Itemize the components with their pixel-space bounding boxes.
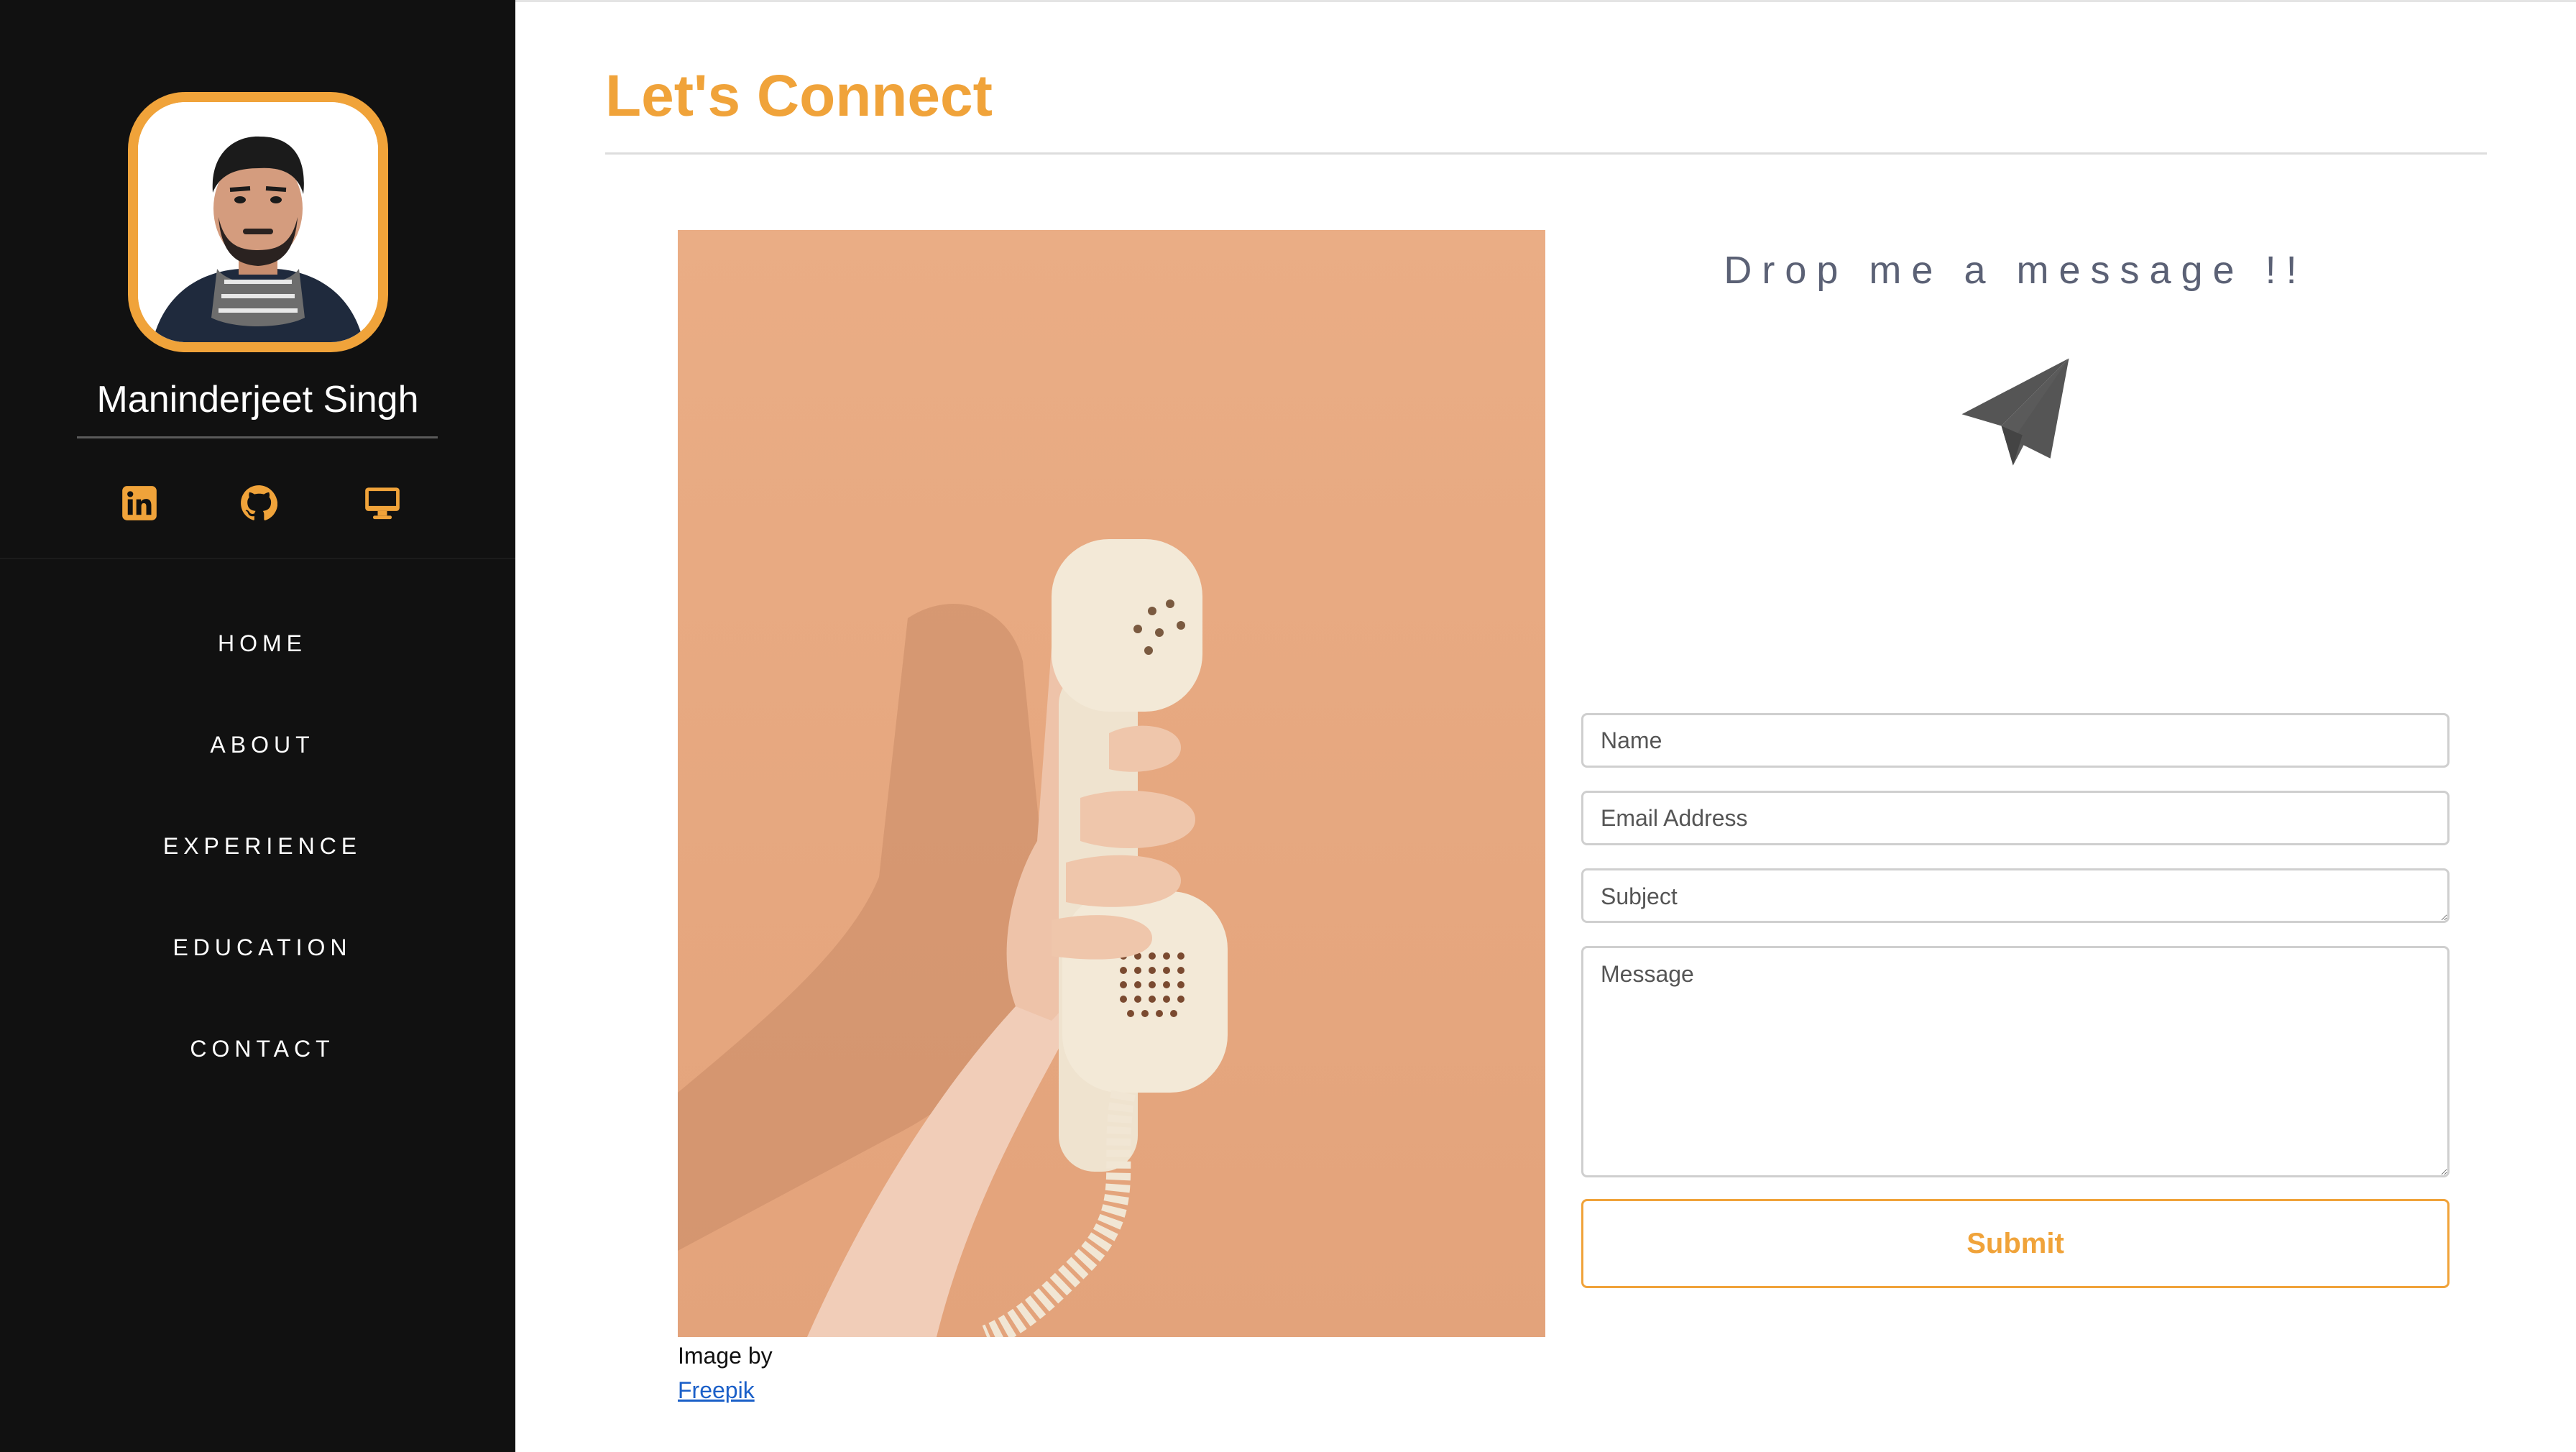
github-link[interactable] <box>233 477 285 529</box>
profile-name: Maninderjeet Singh <box>96 379 419 421</box>
paper-plane <box>1957 354 2074 470</box>
submit-button[interactable]: Submit <box>1581 1199 2450 1288</box>
linkedin-icon <box>122 486 157 520</box>
nav-item-education[interactable]: EDUCATION <box>0 929 525 965</box>
linkedin-link[interactable] <box>114 477 165 529</box>
nav-item-about[interactable]: ABOUT <box>0 727 525 763</box>
name-divider <box>77 436 438 438</box>
profile-photo <box>138 102 378 342</box>
name-input[interactable] <box>1581 713 2450 768</box>
page-title: Let's Connect <box>605 63 993 129</box>
title-divider <box>605 152 2487 155</box>
sidebar: Maninderjeet Singh HOME ABOUT EXPERIENCE… <box>0 0 515 1452</box>
email-input[interactable] <box>1581 791 2450 845</box>
nav-item-home[interactable]: HOME <box>0 625 525 661</box>
social-links <box>0 477 515 529</box>
social-divider <box>0 558 515 559</box>
subject-input[interactable] <box>1581 868 2450 923</box>
telephone-handset-image <box>678 230 1545 1337</box>
freepik-link[interactable]: Freepik <box>678 1374 755 1406</box>
portfolio-link[interactable] <box>356 477 408 529</box>
contact-photo <box>678 230 1545 1337</box>
message-input[interactable] <box>1581 946 2450 1177</box>
github-icon <box>241 485 277 520</box>
nav-item-contact[interactable]: CONTACT <box>0 1031 525 1067</box>
image-credit-text: Image by <box>678 1343 773 1369</box>
desktop-icon <box>365 487 400 520</box>
paper-plane-icon <box>1961 358 2069 466</box>
nav-item-experience[interactable]: EXPERIENCE <box>0 828 525 864</box>
avatar <box>128 92 388 352</box>
contact-heading: Drop me a message !! <box>1724 249 2307 292</box>
